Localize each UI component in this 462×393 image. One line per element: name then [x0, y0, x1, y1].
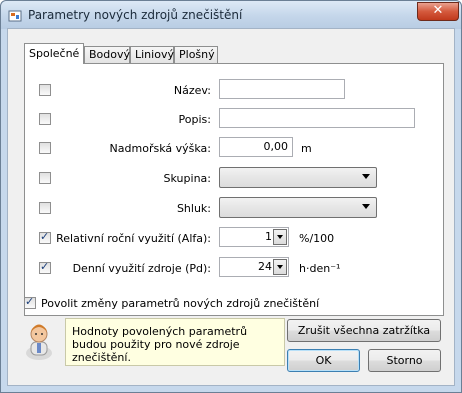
ok-button[interactable]: OK: [287, 349, 360, 372]
window-title: Parametry nových zdrojů znečištění: [28, 8, 243, 22]
tab-liniovy[interactable]: Liniový: [130, 46, 174, 63]
label-skupina: Skupina:: [163, 172, 211, 185]
shluk-select[interactable]: [219, 197, 377, 218]
app-icon: [8, 10, 22, 22]
checkbox-skupina[interactable]: [39, 172, 51, 184]
label-pd: Denní využití zdroje (Pd):: [72, 262, 211, 275]
pd-value: 24: [258, 260, 272, 273]
label-popis: Popis:: [178, 113, 211, 126]
checkbox-shluk[interactable]: [39, 202, 51, 214]
unit-pd: h·den⁻¹: [299, 262, 341, 275]
checkbox-popis[interactable]: [39, 113, 51, 125]
checkbox-nazev[interactable]: [39, 84, 51, 96]
unit-vyska: m: [301, 142, 312, 155]
cancel-button[interactable]: Storno: [368, 349, 441, 372]
checkbox-vyska[interactable]: [39, 142, 51, 154]
alfa-stepper[interactable]: 1: [219, 227, 289, 247]
alfa-dropdown-button[interactable]: [273, 229, 287, 245]
close-button[interactable]: ✕: [417, 2, 459, 21]
chevron-down-icon: [362, 174, 370, 179]
dialog-client: Společné Bodový Liniový Plošný Název: Po…: [7, 28, 455, 386]
label-nazev: Název:: [173, 84, 211, 97]
label-alfa: Relativní roční využití (Alfa):: [56, 232, 211, 245]
popis-input[interactable]: [219, 108, 415, 128]
clear-all-checkboxes-button[interactable]: Zrušit všechna zatržítka: [287, 319, 441, 342]
tab-plosny[interactable]: Plošný: [174, 46, 218, 63]
alfa-value: 1: [265, 230, 272, 243]
tab-panel-spolecne: Název: Popis: Nadmořská výška: 0,00 m Sk…: [24, 63, 444, 316]
info-box: Hodnoty povolených parametrů budou použi…: [65, 318, 285, 366]
checkbox-allow-changes[interactable]: [24, 295, 36, 309]
unit-alfa: %/100: [299, 232, 335, 245]
label-allow-changes: Povolit změny parametrů nových zdrojů zn…: [41, 297, 320, 310]
title-bar[interactable]: Parametry nových zdrojů znečištění ✕: [1, 1, 461, 29]
chevron-down-icon: [362, 204, 370, 209]
pd-dropdown-button[interactable]: [273, 259, 287, 275]
skupina-select[interactable]: [219, 167, 377, 188]
vyska-input[interactable]: 0,00: [219, 137, 293, 157]
label-vyska: Nadmořská výška:: [109, 142, 211, 155]
tab-spolecne[interactable]: Společné: [24, 43, 84, 64]
nazev-input[interactable]: [219, 79, 345, 99]
close-icon: ✕: [432, 3, 444, 18]
user-info-icon: [26, 324, 52, 360]
tab-bodovy[interactable]: Bodový: [84, 46, 130, 63]
label-shluk: Shluk:: [176, 202, 211, 215]
pd-stepper[interactable]: 24: [219, 257, 289, 277]
